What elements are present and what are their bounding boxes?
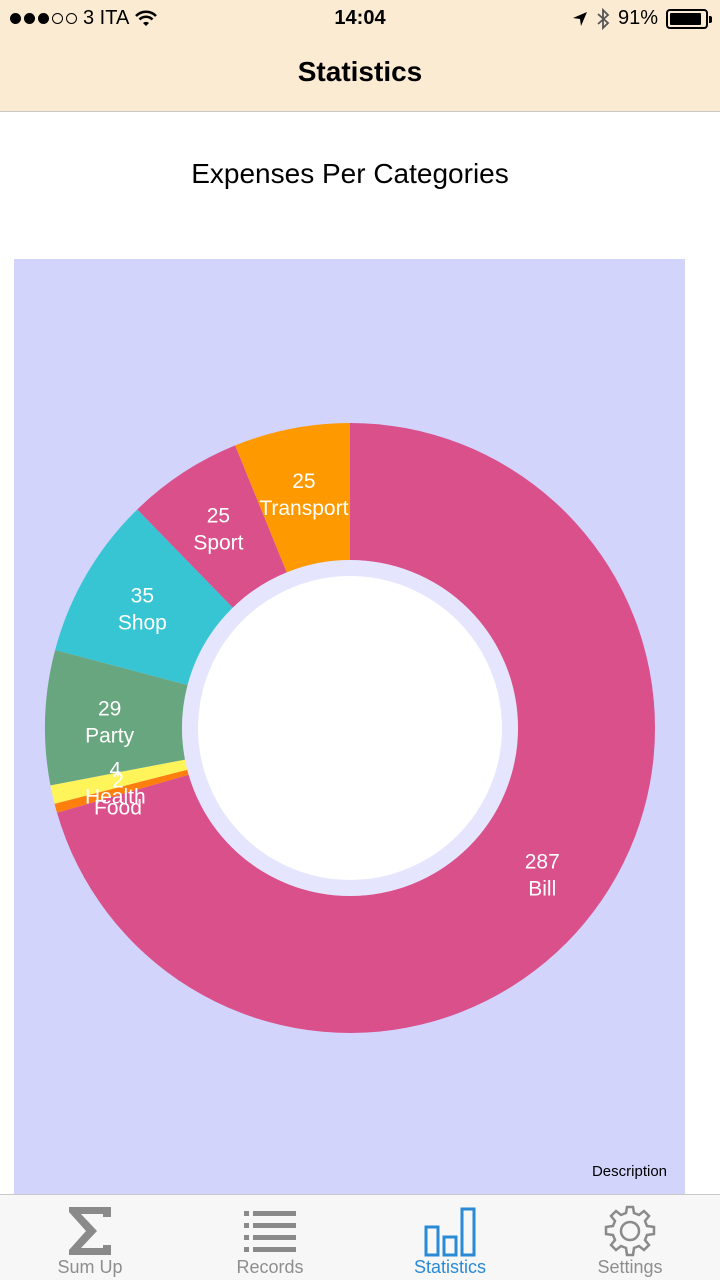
donut-chart[interactable]: 287Bill2Food4Health29Party35Shop25Sport2… (14, 259, 685, 1194)
bluetooth-icon (597, 7, 610, 30)
tab-records[interactable]: Records (180, 1195, 360, 1280)
slice-value-label: 25 (292, 470, 315, 493)
chart-description: Description (591, 1163, 667, 1180)
donut-hole (198, 576, 502, 880)
slice-value-label: 25 (207, 505, 230, 528)
tab-label: Statistics (413, 1257, 487, 1277)
tab-settings[interactable]: Settings (540, 1195, 720, 1280)
slice-value-label: 4 (109, 758, 121, 781)
list-icon (180, 1203, 360, 1259)
battery-icon (666, 8, 712, 29)
tab-statistics[interactable]: Statistics (360, 1195, 540, 1280)
slice-value-label: 35 (131, 585, 154, 608)
slice-value-label: 287 (525, 850, 560, 873)
gear-icon (540, 1203, 720, 1259)
chart-panel[interactable]: 287 Bill 2 Food 4 Health 29 Party 35 Shop 25 Sport 2… (14, 259, 685, 1194)
slice-category-label: Sport (193, 532, 243, 555)
tab-sum-up[interactable]: Sum Up (0, 1195, 180, 1280)
tab-bar: Sum Up Records Statistics Settings (0, 1194, 720, 1280)
tab-label: Settings (597, 1257, 663, 1277)
status-right: 91% (572, 7, 712, 30)
battery-percent: 91% (617, 7, 658, 29)
chart-heading: Expenses Per Categories (191, 158, 509, 189)
slice-category-label: Health (85, 785, 146, 808)
slice-category-label: Shop (118, 612, 167, 635)
slice-value-label: 29 (98, 698, 121, 721)
status-bar: 3 ITA 14:04 91% (0, 0, 720, 40)
tab-label: Sum Up (57, 1257, 123, 1277)
sigma-icon (0, 1203, 180, 1259)
bar-chart-icon (360, 1203, 540, 1259)
location-arrow-icon (572, 11, 587, 26)
tab-label: Records (236, 1257, 304, 1277)
page-title: Statistics (297, 56, 423, 87)
slice-category-label: Bill (528, 877, 556, 900)
navigation-bar: Statistics (0, 40, 720, 112)
slice-category-label: Party (85, 725, 135, 748)
slice-category-label: Transport (259, 497, 348, 520)
